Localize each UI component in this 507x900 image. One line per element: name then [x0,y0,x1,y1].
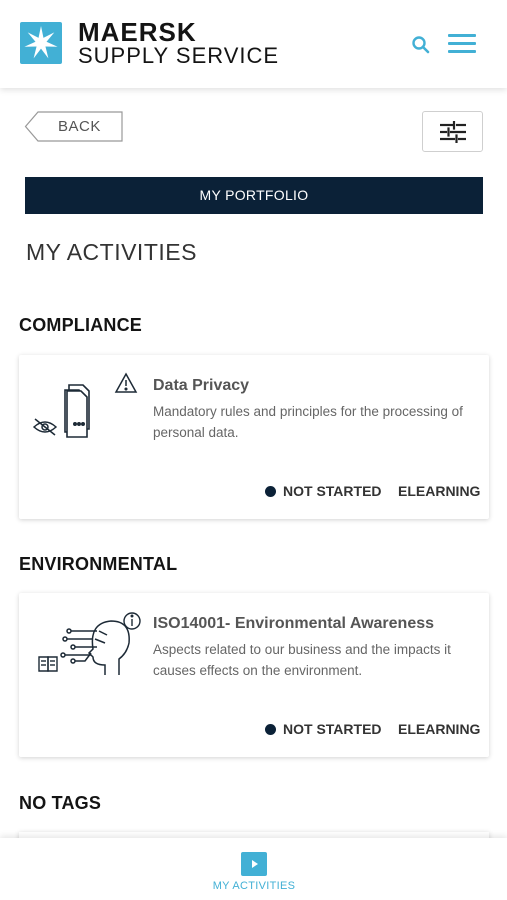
bottom-navigation: MY ACTIVITIES [0,838,507,900]
circuit-head-icon [60,620,130,675]
documents-icon [64,384,90,438]
page-title: MY ACTIVITIES [26,239,197,265]
filter-button[interactable] [422,111,483,152]
back-button[interactable]: BACK [24,111,124,142]
section-title-compliance: COMPLIANCE [19,315,142,335]
sliders-icon [440,121,466,143]
eye-hidden-icon [32,418,58,436]
my-portfolio-button[interactable]: MY PORTFOLIO [25,177,483,214]
card-description: Mandatory rules and principles for the p… [153,404,463,440]
status-badge: NOT STARTED [265,483,382,499]
card-title: Data Privacy [153,377,250,394]
back-label: BACK [58,118,101,135]
book-icon [38,656,58,672]
info-icon [123,612,141,630]
card-illustration [31,609,143,679]
brand-name: MAERSK [78,17,197,47]
card-description: Aspects related to our business and the … [153,642,451,678]
activity-type: ELEARNING [398,483,481,499]
play-icon [241,852,267,876]
status-label: NOT STARTED [283,721,382,737]
status-dot [265,486,276,497]
status-label: NOT STARTED [283,483,382,499]
activity-type: ELEARNING [398,721,481,737]
activity-card-data-privacy[interactable]: Data Privacy Mandatory rules and princip… [19,355,489,519]
hamburger-menu-icon[interactable] [448,32,478,54]
section-title-environmental: ENVIRONMENTAL [19,554,178,574]
nav-my-activities[interactable]: MY ACTIVITIES [203,850,305,896]
app-header: MAERSK SUPPLY SERVICE [0,0,507,88]
status-dot [265,724,276,735]
warning-icon [114,372,138,393]
card-illustration [31,371,143,441]
status-badge: NOT STARTED [265,721,382,737]
brand-subtitle: SUPPLY SERVICE [78,43,280,68]
activity-card-iso14001[interactable]: ISO14001- Environmental Awareness Aspect… [19,593,489,757]
section-title-no-tags: NO TAGS [19,793,102,813]
nav-label: MY ACTIVITIES [212,880,296,892]
search-icon[interactable] [410,34,432,56]
star-icon[interactable] [20,22,62,64]
card-title: ISO14001- Environmental Awareness [153,615,435,632]
